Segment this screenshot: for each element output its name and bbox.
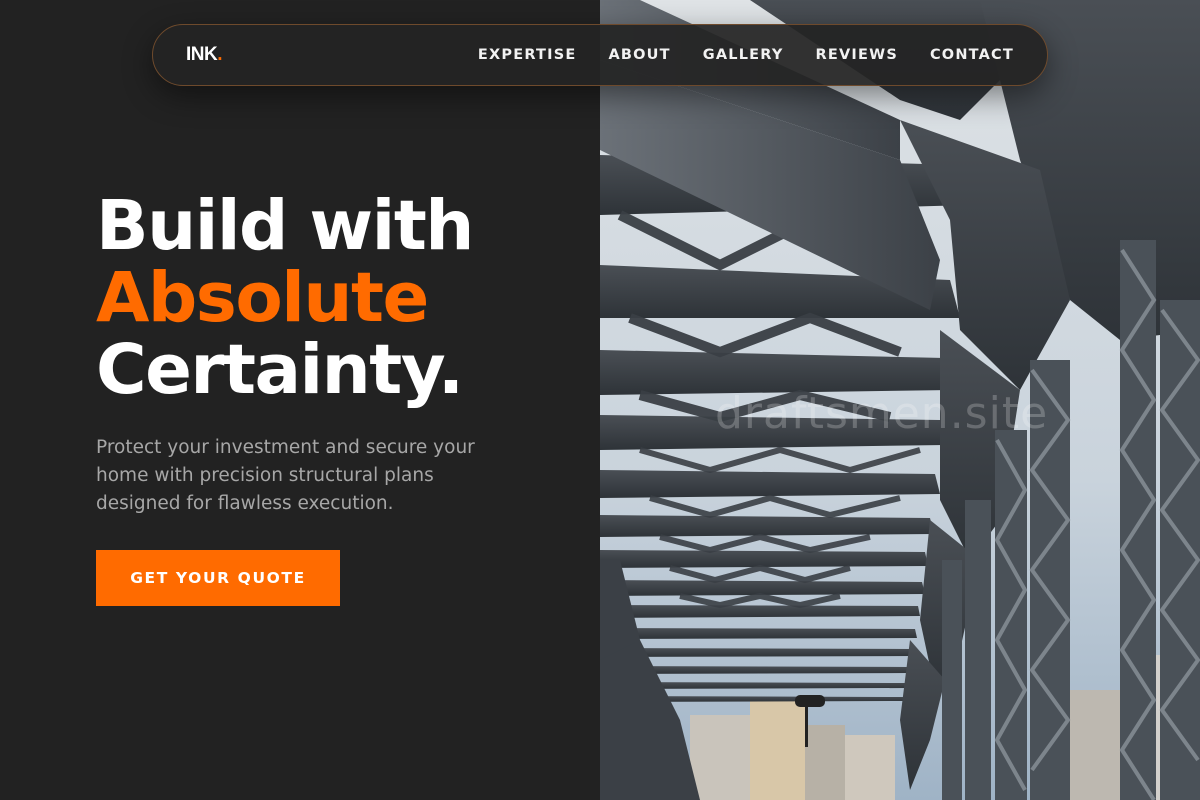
headline-line-2-accent: Absolute xyxy=(96,258,429,338)
nav-link-contact[interactable]: CONTACT xyxy=(930,47,1014,63)
logo[interactable]: INK. xyxy=(186,44,222,66)
nav-link-gallery[interactable]: GALLERY xyxy=(703,47,784,63)
logo-dot: . xyxy=(217,44,223,65)
top-navigation: INK. EXPERTISE ABOUT GALLERY REVIEWS CON… xyxy=(152,24,1048,86)
hero-subtext: Protect your investment and secure your … xyxy=(96,437,475,514)
hero-bridge-image xyxy=(600,0,1200,800)
get-quote-button[interactable]: GET YOUR QUOTE xyxy=(96,550,340,606)
nav-links: EXPERTISE ABOUT GALLERY REVIEWS CONTACT xyxy=(478,47,1014,63)
nav-link-about[interactable]: ABOUT xyxy=(608,47,670,63)
nav-link-expertise[interactable]: EXPERTISE xyxy=(478,47,577,63)
nav-link-reviews[interactable]: REVIEWS xyxy=(816,47,898,63)
hero-headline: Build with Absolute Certainty. xyxy=(96,186,474,410)
headline-line-1: Build with xyxy=(96,186,474,266)
logo-text: INK xyxy=(186,44,218,65)
headline-line-3: Certainty. xyxy=(96,330,464,410)
